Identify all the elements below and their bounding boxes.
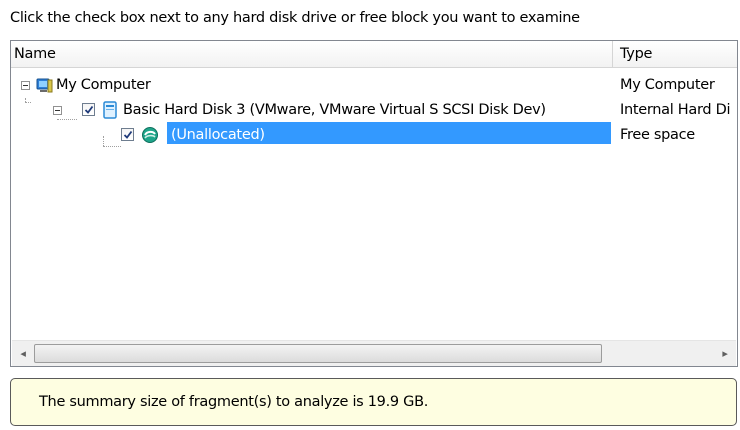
tree-row-hard-disk[interactable]: Basic Hard Disk 3 (VMware, VMware Virtua… bbox=[11, 97, 611, 123]
scroll-thumb[interactable] bbox=[34, 344, 602, 363]
type-cell-hard-disk: Internal Hard Di bbox=[620, 102, 731, 118]
summary-panel: The summary size of fragment(s) to analy… bbox=[10, 378, 737, 426]
unallocated-space-icon bbox=[141, 126, 159, 153]
scroll-right-arrow-icon[interactable]: ▸ bbox=[716, 341, 734, 366]
tree-label-hard-disk: Basic Hard Disk 3 (VMware, VMware Virtua… bbox=[123, 102, 546, 118]
type-cell-my-computer: My Computer bbox=[620, 77, 715, 93]
horizontal-scrollbar[interactable]: ◂ ▸ bbox=[12, 340, 736, 366]
collapse-toggle[interactable] bbox=[53, 106, 62, 115]
tree-row-unallocated[interactable]: (Unallocated) bbox=[11, 122, 611, 148]
collapse-toggle[interactable] bbox=[21, 81, 30, 90]
tree-label-my-computer: My Computer bbox=[56, 77, 151, 93]
instruction-text: Click the check box next to any hard dis… bbox=[10, 10, 580, 26]
scroll-left-arrow-icon[interactable]: ◂ bbox=[14, 341, 32, 366]
disk-tree-view[interactable]: Name Type My Computer My Computer Basic … bbox=[10, 40, 738, 367]
type-cell-unallocated: Free space bbox=[620, 127, 695, 143]
summary-text: The summary size of fragment(s) to analy… bbox=[39, 394, 429, 410]
tree-label-unallocated: (Unallocated) bbox=[171, 127, 265, 143]
hard-disk-checkbox[interactable] bbox=[82, 103, 95, 116]
unallocated-checkbox[interactable] bbox=[121, 128, 134, 141]
tree-row-my-computer[interactable]: My Computer bbox=[11, 72, 611, 98]
column-header-type[interactable]: Type bbox=[613, 41, 737, 68]
column-header-name[interactable]: Name bbox=[11, 41, 613, 68]
